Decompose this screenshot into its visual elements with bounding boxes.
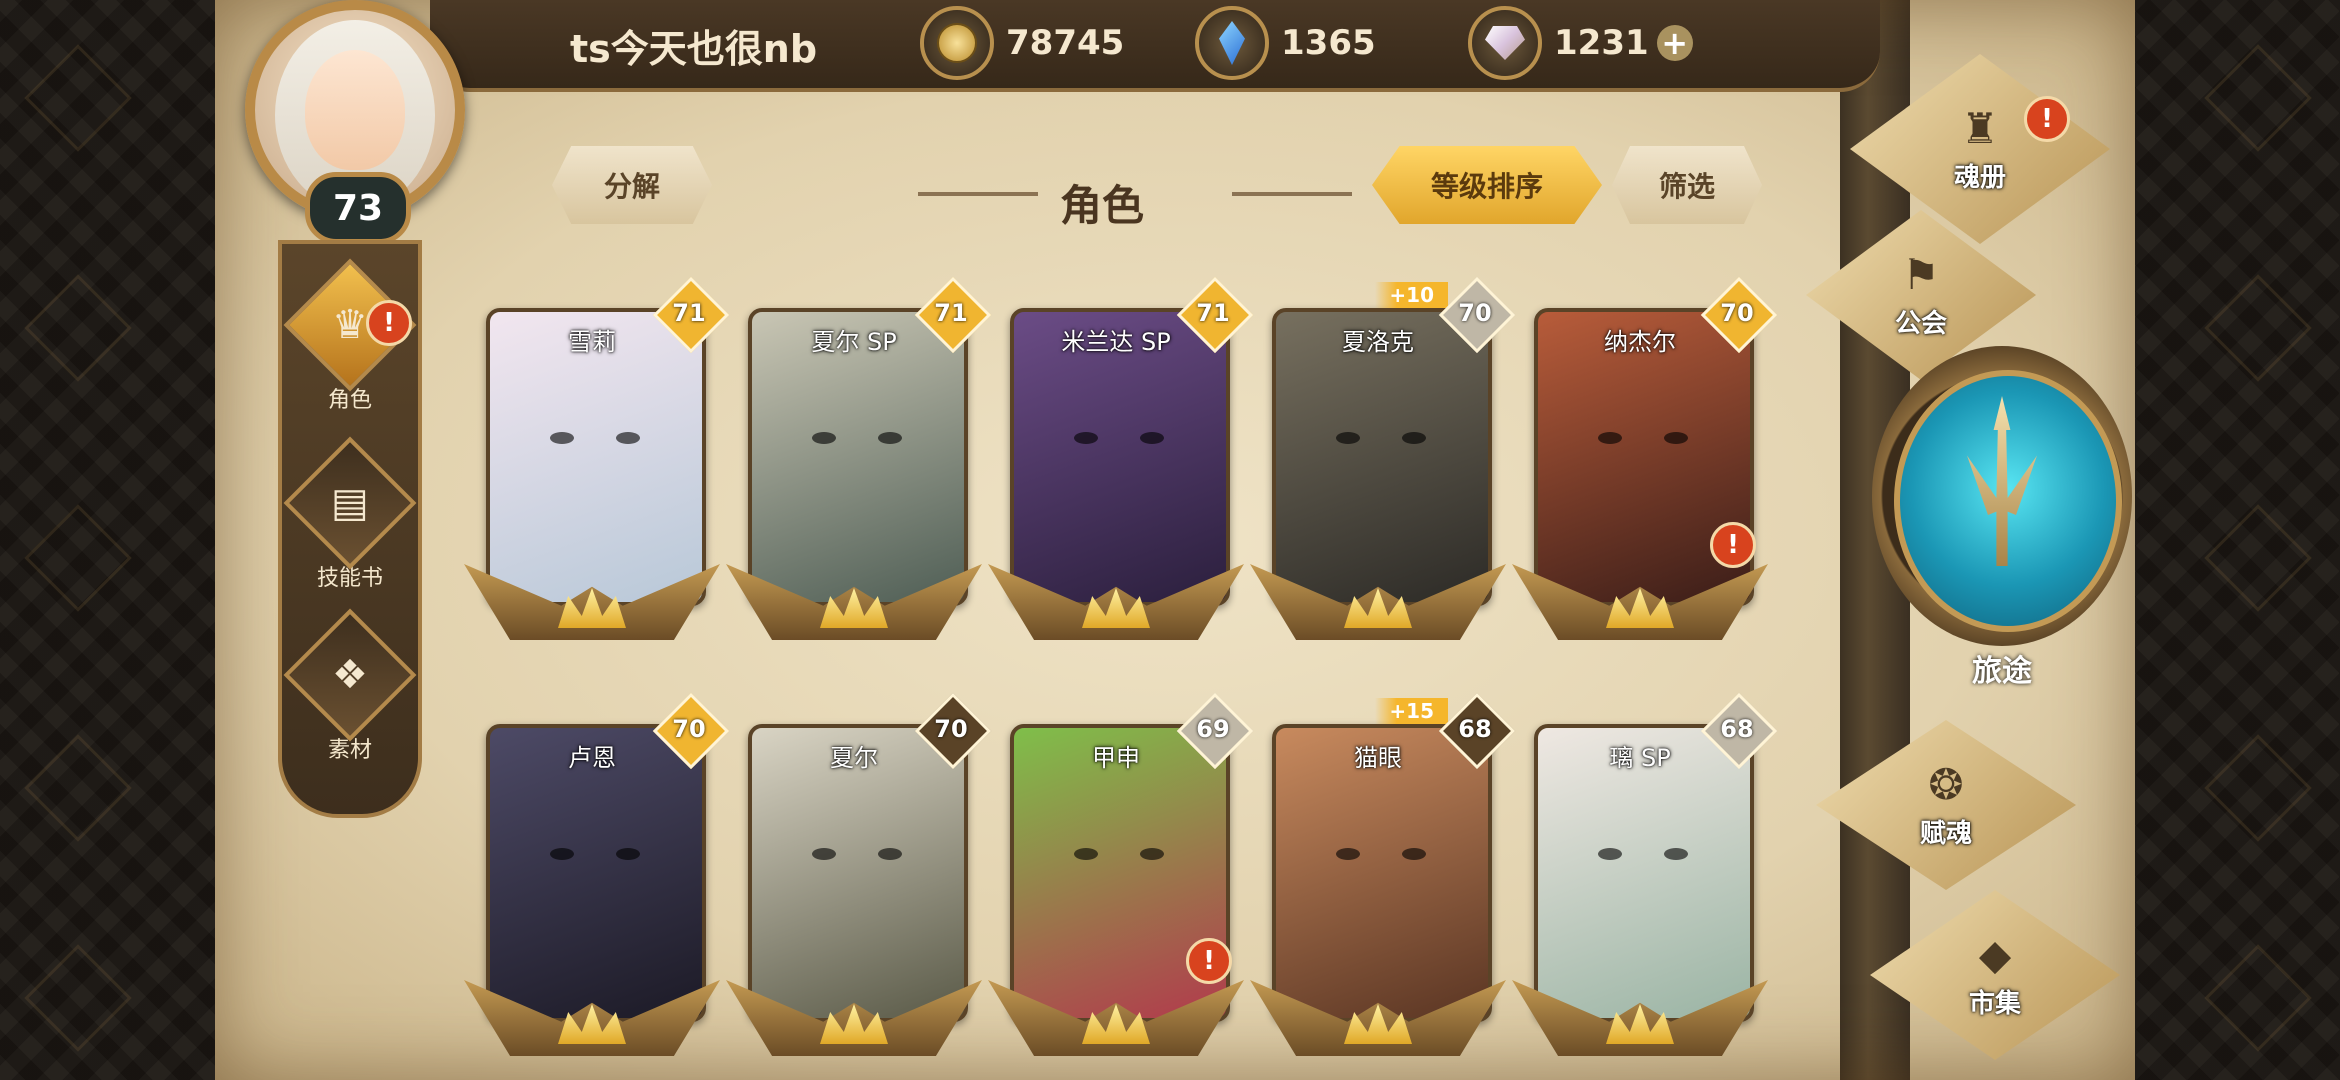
crystal-amount: 1365 — [1281, 23, 1376, 63]
wall-ornament — [2204, 44, 2312, 152]
character-card[interactable]: 雪莉 71 — [464, 276, 730, 640]
character-level: 71 — [672, 299, 706, 327]
add-soul-gem-button[interactable]: + — [1656, 25, 1693, 61]
gem-icon: ◆ — [1978, 930, 2012, 979]
soul-book-label: 魂册 — [1953, 163, 2006, 193]
character-card[interactable]: 甲申 69! — [988, 692, 1254, 1056]
player-avatar[interactable]: 73 — [215, 0, 485, 244]
crystal-currency: 1365 — [1195, 6, 1376, 80]
character-card[interactable]: 夏尔 70 — [726, 692, 992, 1056]
character-eyes — [1074, 432, 1164, 446]
player-level-badge: 73 — [305, 172, 411, 244]
nav-item-materials[interactable]: ❖ 素材 — [282, 608, 418, 774]
character-level: 70 — [1458, 299, 1492, 327]
wall-ornament — [24, 944, 132, 1052]
wall-ornament — [24, 44, 132, 152]
character-level: 70 — [672, 715, 706, 743]
character-card[interactable]: 猫眼 +15 68 — [1250, 692, 1516, 1056]
wall-ornament — [2204, 734, 2312, 842]
character-eyes — [1336, 848, 1426, 862]
character-level-badge: 71 — [1176, 276, 1254, 354]
character-eyes — [1074, 848, 1164, 862]
soul-gem-icon — [1468, 6, 1542, 80]
character-eyes — [550, 848, 640, 862]
guild-label: 公会 — [1894, 309, 1947, 339]
character-eyes — [550, 432, 640, 446]
gold-currency: 78745 — [920, 6, 1125, 80]
blue-crystal-icon — [1195, 6, 1269, 80]
ensoul-label: 赋魂 — [1919, 819, 1972, 849]
wall-ornament — [2204, 274, 2312, 382]
soul-gem-currency: 1231 + — [1468, 6, 1693, 80]
sort-by-level-button[interactable]: 等级排序 — [1372, 146, 1602, 224]
journey-label: 旅途 — [1972, 654, 2032, 689]
character-level-badge: 70 — [914, 692, 992, 770]
wall-ornament — [2204, 944, 2312, 1052]
character-card[interactable]: 夏尔 SP 71 — [726, 276, 992, 640]
alert-badge: ! — [1710, 522, 1756, 568]
character-level-badge: 70 — [1700, 276, 1778, 354]
character-eyes — [1598, 432, 1688, 446]
soul-book-icon: ♜ — [1961, 104, 1999, 153]
right-wall-decoration — [2110, 0, 2340, 1080]
wall-ornament — [24, 504, 132, 612]
beast-icon: ❖ — [283, 608, 417, 742]
enhance-bonus-tag: +15 — [1375, 698, 1448, 724]
wall-ornament — [2204, 504, 2312, 612]
nav-item-characters[interactable]: ♛ 角色 ! — [282, 258, 418, 424]
character-level-badge: 68 — [1700, 692, 1778, 770]
character-level-badge: 71 — [652, 276, 730, 354]
character-level: 68 — [1720, 715, 1754, 743]
alert-badge: ! — [366, 300, 412, 346]
journey-button[interactable]: 旅途 — [1872, 346, 2142, 689]
avatar-face — [305, 50, 405, 170]
nav-item-skill-books[interactable]: ▤ 技能书 — [282, 436, 418, 602]
character-level-badge: 70 — [1438, 276, 1516, 354]
soul-gem-amount: 1231 — [1554, 23, 1649, 63]
wall-ornament — [24, 274, 132, 382]
character-level: 68 — [1458, 715, 1492, 743]
page-title: 角色 — [1060, 181, 1145, 230]
character-level: 70 — [934, 715, 968, 743]
character-eyes — [812, 848, 902, 862]
character-level: 71 — [1196, 299, 1230, 327]
character-level-badge: 71 — [914, 276, 992, 354]
title-ornament-left — [918, 192, 1038, 196]
character-eyes — [812, 432, 902, 446]
book-icon: ▤ — [283, 436, 417, 570]
market-label: 市集 — [1968, 989, 2021, 1019]
character-level-badge: 70 — [652, 692, 730, 770]
alert-badge: ! — [1186, 938, 1232, 984]
enhance-bonus-tag: +10 — [1375, 282, 1448, 308]
character-level: 70 — [1720, 299, 1754, 327]
character-card[interactable]: 米兰达 SP 71 — [988, 276, 1254, 640]
guild-banner-icon: ⚑ — [1902, 250, 1940, 299]
gold-amount: 78745 — [1006, 23, 1125, 63]
character-eyes — [1336, 432, 1426, 446]
market-button[interactable]: ◆ 市集 — [1870, 890, 2120, 1060]
left-wall-decoration — [0, 0, 215, 1080]
decompose-button[interactable]: 分解 — [552, 146, 712, 224]
wall-ornament — [24, 734, 132, 842]
character-card[interactable]: 纳杰尔 70! — [1512, 276, 1778, 640]
alert-badge: ! — [2024, 96, 2070, 142]
character-eyes — [1598, 848, 1688, 862]
character-level-badge: 68 — [1438, 692, 1516, 770]
title-ornament-right — [1232, 192, 1352, 196]
gold-coin-icon — [920, 6, 994, 80]
character-card[interactable]: 夏洛克 +10 70 — [1250, 276, 1516, 640]
character-level: 71 — [934, 299, 968, 327]
character-level: 69 — [1196, 715, 1230, 743]
character-level-badge: 69 — [1176, 692, 1254, 770]
character-card[interactable]: 卢恩 70 — [464, 692, 730, 1056]
character-card[interactable]: 璃 SP 68 — [1512, 692, 1778, 1056]
ensoul-button[interactable]: ❂ 赋魂 — [1816, 720, 2076, 890]
left-nav: ♛ 角色 ! ▤ 技能书 ❖ 素材 — [278, 240, 422, 818]
filter-button[interactable]: 筛选 — [1612, 146, 1762, 224]
player-name: ts今天也很nb — [570, 27, 818, 71]
flame-swirl-icon: ❂ — [1928, 760, 1964, 809]
